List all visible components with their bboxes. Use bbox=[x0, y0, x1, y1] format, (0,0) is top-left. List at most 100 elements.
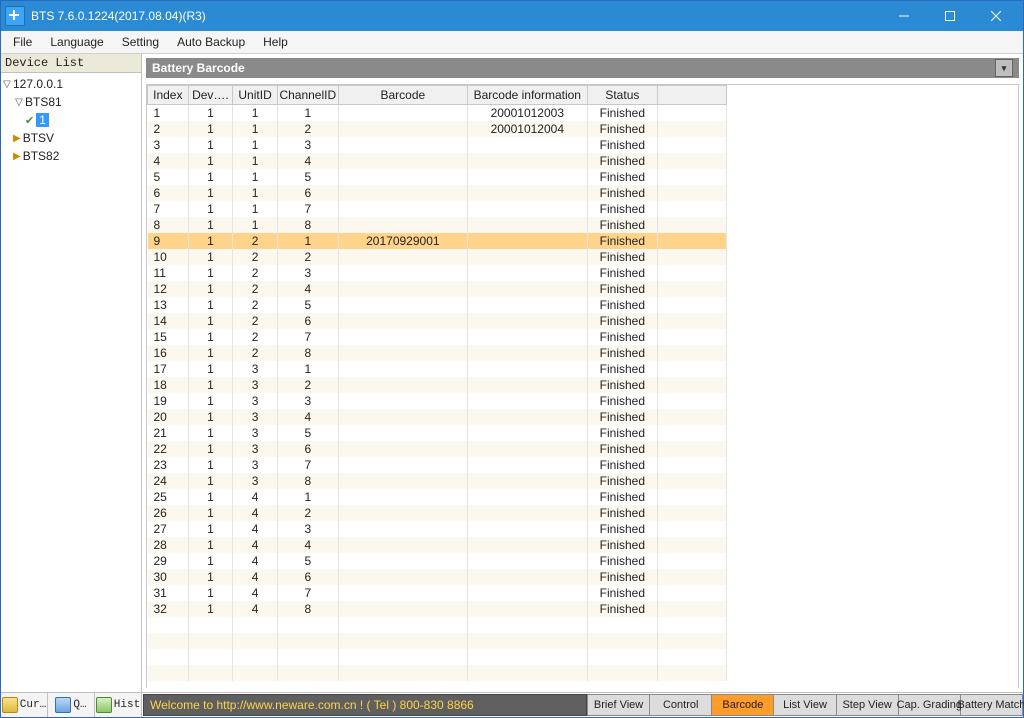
sidebar-tab-current[interactable]: Cur… bbox=[1, 693, 48, 717]
table-row[interactable]: 26142Finished bbox=[148, 505, 727, 521]
table-row[interactable]: 25141Finished bbox=[148, 489, 727, 505]
table-row[interactable]: 8118Finished bbox=[148, 217, 727, 233]
footer: Welcome to http://www.neware.com.cn ! ( … bbox=[142, 692, 1023, 717]
maximize-button[interactable] bbox=[927, 1, 973, 31]
sidebar-tabs: Cur… Q… Hist bbox=[1, 692, 141, 717]
table-row[interactable]: 6116Finished bbox=[148, 185, 727, 201]
tree-node-btsv[interactable]: ▶ BTSV bbox=[1, 129, 141, 147]
table-cell bbox=[658, 553, 727, 569]
table-row[interactable]: 22136Finished bbox=[148, 441, 727, 457]
table-row[interactable]: 23137Finished bbox=[148, 457, 727, 473]
table-row[interactable]: 16128Finished bbox=[148, 345, 727, 361]
view-tab-battery-match[interactable]: Battery Match bbox=[961, 694, 1023, 716]
sidebar-tab-queue[interactable]: Q… bbox=[48, 693, 95, 717]
tree-node-bts81[interactable]: ▽ BTS81 bbox=[1, 93, 141, 111]
collapsed-icon[interactable]: ▶ bbox=[13, 151, 21, 162]
table-cell: 1 bbox=[188, 425, 233, 441]
table-row[interactable]: 13125Finished bbox=[148, 297, 727, 313]
table-row[interactable]: 29145Finished bbox=[148, 553, 727, 569]
col-status[interactable]: Status bbox=[587, 86, 658, 105]
table-cell: 4 bbox=[233, 521, 278, 537]
table-row[interactable]: 27143Finished bbox=[148, 521, 727, 537]
view-tab-step-view[interactable]: Step View bbox=[837, 694, 899, 716]
collapsed-icon[interactable]: ▶ bbox=[13, 133, 21, 144]
col-barcode[interactable]: Barcode bbox=[338, 86, 467, 105]
menu-auto-backup[interactable]: Auto Backup bbox=[169, 33, 253, 51]
close-button[interactable] bbox=[973, 1, 1019, 31]
table-cell: 8 bbox=[277, 217, 338, 233]
table-row[interactable]: 111120001012003Finished bbox=[148, 105, 727, 122]
table-row[interactable]: 14126Finished bbox=[148, 313, 727, 329]
table-cell: 1 bbox=[188, 345, 233, 361]
view-tab-barcode[interactable]: Barcode bbox=[712, 694, 774, 716]
table-cell: Finished bbox=[587, 409, 658, 425]
table-row[interactable]: 18132Finished bbox=[148, 377, 727, 393]
current-icon bbox=[2, 697, 18, 713]
table-cell: Finished bbox=[587, 105, 658, 122]
table-row[interactable]: 24138Finished bbox=[148, 473, 727, 489]
col-extra[interactable] bbox=[658, 86, 727, 105]
tree-root[interactable]: ▽ 127.0.0.1 bbox=[1, 75, 141, 93]
table-row[interactable]: 17131Finished bbox=[148, 361, 727, 377]
status-marquee: Welcome to http://www.neware.com.cn ! ( … bbox=[143, 694, 587, 716]
tree-node-bts82[interactable]: ▶ BTS82 bbox=[1, 147, 141, 165]
table-cell: 3 bbox=[277, 393, 338, 409]
view-tab-brief-view[interactable]: Brief View bbox=[587, 694, 650, 716]
table-row[interactable]: 30146Finished bbox=[148, 569, 727, 585]
menu-language[interactable]: Language bbox=[42, 33, 111, 51]
table-cell: 20001012004 bbox=[467, 121, 587, 137]
table-row-empty bbox=[148, 665, 727, 681]
table-cell bbox=[338, 505, 467, 521]
table-cell: 14 bbox=[148, 313, 189, 329]
table-cell: 6 bbox=[148, 185, 189, 201]
tree-node-channel-1[interactable]: ✔ 1 bbox=[1, 111, 141, 129]
view-tab-cap-grading[interactable]: Cap. Grading bbox=[899, 694, 961, 716]
view-tab-control[interactable]: Control bbox=[650, 694, 712, 716]
table-row[interactable]: 12124Finished bbox=[148, 281, 727, 297]
table-row[interactable]: 15127Finished bbox=[148, 329, 727, 345]
menu-setting[interactable]: Setting bbox=[114, 33, 167, 51]
sidebar-tab-history[interactable]: Hist bbox=[95, 693, 141, 717]
table-cell: 1 bbox=[188, 329, 233, 345]
table-row[interactable]: 21135Finished bbox=[148, 425, 727, 441]
table-cell: 2 bbox=[277, 377, 338, 393]
table-row[interactable]: 211220001012004Finished bbox=[148, 121, 727, 137]
menu-help[interactable]: Help bbox=[255, 33, 296, 51]
table-cell: 5 bbox=[277, 297, 338, 313]
table-cell bbox=[338, 553, 467, 569]
table-cell bbox=[467, 489, 587, 505]
table-row[interactable]: 5115Finished bbox=[148, 169, 727, 185]
table-cell: 7 bbox=[148, 201, 189, 217]
table-cell: 9 bbox=[148, 233, 189, 249]
table-cell: Finished bbox=[587, 361, 658, 377]
col-barcode-info[interactable]: Barcode information bbox=[467, 86, 587, 105]
col-channel[interactable]: ChannelID bbox=[277, 86, 338, 105]
table-row[interactable]: 3113Finished bbox=[148, 137, 727, 153]
table-row[interactable]: 11123Finished bbox=[148, 265, 727, 281]
table-cell bbox=[467, 169, 587, 185]
table-cell bbox=[338, 297, 467, 313]
table-row[interactable]: 32148Finished bbox=[148, 601, 727, 617]
expand-icon[interactable]: ▽ bbox=[13, 97, 25, 108]
table-row[interactable]: 10122Finished bbox=[148, 249, 727, 265]
grid-scroll[interactable]: Index Dev…. UnitID ChannelID Barcode Bar… bbox=[146, 84, 1019, 688]
table-row[interactable]: 28144Finished bbox=[148, 537, 727, 553]
menu-file[interactable]: File bbox=[5, 33, 40, 51]
table-row[interactable]: 7117Finished bbox=[148, 201, 727, 217]
view-tabs: Brief ViewControlBarcodeList ViewStep Vi… bbox=[587, 694, 1023, 716]
view-tab-list-view[interactable]: List View bbox=[774, 694, 836, 716]
expand-icon[interactable]: ▽ bbox=[1, 79, 13, 90]
table-row[interactable]: 912120170929001Finished bbox=[148, 233, 727, 249]
table-cell bbox=[658, 121, 727, 137]
menubar: File Language Setting Auto Backup Help bbox=[1, 31, 1023, 54]
table-row[interactable]: 20134Finished bbox=[148, 409, 727, 425]
table-row[interactable]: 31147Finished bbox=[148, 585, 727, 601]
table-row[interactable]: 19133Finished bbox=[148, 393, 727, 409]
panel-menu-button[interactable]: ▾ bbox=[995, 59, 1013, 77]
minimize-button[interactable] bbox=[881, 1, 927, 31]
col-device[interactable]: Dev…. bbox=[188, 86, 233, 105]
table-row[interactable]: 4114Finished bbox=[148, 153, 727, 169]
col-unit[interactable]: UnitID bbox=[233, 86, 278, 105]
col-index[interactable]: Index bbox=[148, 86, 189, 105]
table-cell bbox=[338, 121, 467, 137]
